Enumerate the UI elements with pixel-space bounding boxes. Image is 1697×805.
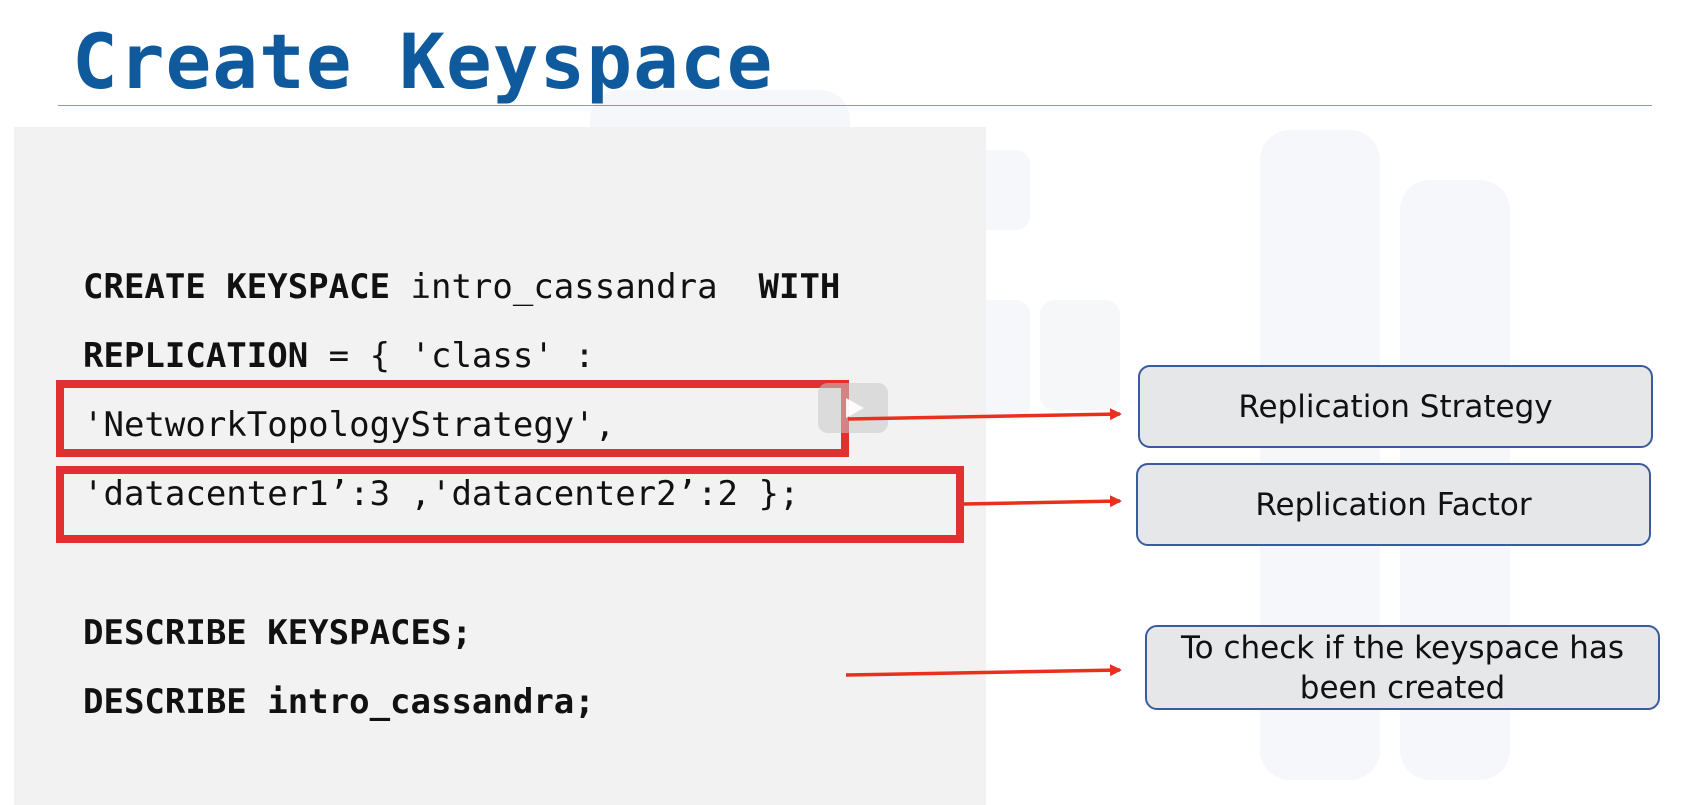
play-icon[interactable]: [818, 383, 888, 433]
keyspace-name: intro_cassandra: [390, 267, 759, 307]
code-line-create: CREATE KEYSPACE intro_cassandra WITH: [83, 265, 840, 309]
keyword-replication: REPLICATION: [83, 336, 309, 376]
strategy-highlight-box: [56, 380, 849, 457]
factor-highlight-box: [56, 466, 964, 543]
replication-class-text: = { 'class' :: [308, 336, 595, 376]
keyword-with: WITH: [758, 267, 841, 307]
keyword-create-keyspace: CREATE KEYSPACE: [83, 267, 391, 307]
callout-replication-factor: Replication Factor: [1136, 463, 1651, 546]
callout-check-keyspace: To check if the keyspace has been create…: [1145, 625, 1660, 710]
code-line-describe-intro: DESCRIBE intro_cassandra;: [83, 682, 595, 722]
callout-replication-strategy: Replication Strategy: [1138, 365, 1653, 448]
code-line-replication: REPLICATION = { 'class' :: [83, 334, 595, 378]
code-line-describe-keyspaces: DESCRIBE KEYSPACES;: [83, 613, 472, 653]
